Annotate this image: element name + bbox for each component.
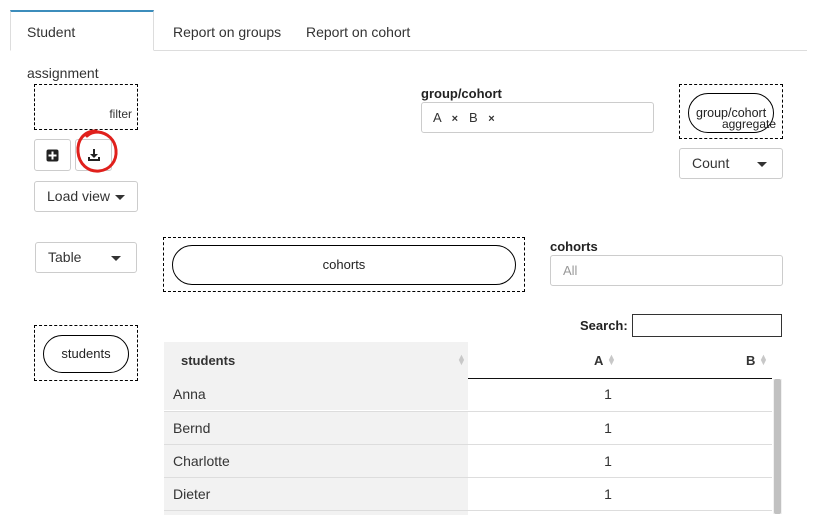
scrollbar-thumb[interactable] <box>774 379 781 514</box>
remove-tag-icon[interactable]: × <box>452 113 458 125</box>
renderer-value: Table <box>48 249 82 265</box>
chevron-down-icon <box>757 162 767 167</box>
table-row <box>164 510 772 515</box>
cohorts-filter-label: cohorts <box>550 239 598 254</box>
row-name-cell <box>164 511 468 515</box>
table-row: Dieter 1 <box>164 477 772 510</box>
selected-tag-b[interactable]: B × <box>469 110 495 125</box>
annotation-circle <box>76 129 118 173</box>
aggregator-dropdown[interactable]: Count <box>679 148 783 179</box>
tab-report-on-groups[interactable]: Report on groups <box>157 10 297 51</box>
row-a-cell: 1 <box>604 486 612 502</box>
table-row: Bernd 1 <box>164 411 772 444</box>
load-view-label: Load view <box>47 188 111 204</box>
aggregate-drop-zone[interactable]: group/cohort aggregate <box>679 84 783 139</box>
selected-tag-a[interactable]: A × <box>433 110 458 125</box>
load-view-dropdown[interactable]: Load view <box>34 181 138 212</box>
cohorts-filter-select[interactable]: All <box>550 255 783 286</box>
plus-square-icon <box>46 149 59 162</box>
row-a-cell: 1 <box>604 386 612 402</box>
row-name-cell: Anna <box>164 378 468 410</box>
sort-icon: ▲ ▼ <box>457 352 466 367</box>
scrollbar-track[interactable] <box>773 379 782 514</box>
filter-drop-zone[interactable]: filter <box>34 84 138 130</box>
aggregator-value: Count <box>692 155 730 171</box>
cohorts-pill[interactable]: cohorts <box>172 245 516 285</box>
row-a-cell: 1 <box>604 453 612 469</box>
columns-drop-zone[interactable]: cohorts <box>163 237 525 292</box>
search-input[interactable] <box>632 314 782 337</box>
aggregate-label: aggregate <box>721 117 776 131</box>
row-a-cell: 1 <box>604 420 612 436</box>
row-name-cell: Dieter <box>164 478 468 510</box>
chevron-down-icon <box>115 195 125 200</box>
students-pill[interactable]: students <box>43 335 129 373</box>
row-name-cell: Charlotte <box>164 445 468 477</box>
search-label: Search: <box>580 318 628 333</box>
remove-tag-icon[interactable]: × <box>488 113 494 125</box>
sort-icon: ▲ ▼ <box>759 352 768 367</box>
sort-icon: ▲ ▼ <box>607 352 616 367</box>
filter-label: filter <box>109 107 132 121</box>
group-cohort-label: group/cohort <box>421 86 502 101</box>
tab-student-assignment[interactable]: Student assignment <box>10 10 154 81</box>
chevron-down-icon <box>111 256 121 261</box>
group-cohort-select[interactable]: A × B × <box>421 102 654 133</box>
renderer-dropdown[interactable]: Table <box>35 242 137 273</box>
row-name-cell: Bernd <box>164 412 468 444</box>
column-header-a[interactable]: A <box>594 342 603 379</box>
cohorts-filter-placeholder: All <box>563 263 578 278</box>
column-header-students[interactable]: students <box>181 342 235 379</box>
table-row: Charlotte 1 <box>164 444 772 477</box>
column-header-b[interactable]: B <box>746 342 755 379</box>
rows-drop-zone[interactable]: students <box>34 325 138 381</box>
table-row: Anna 1 <box>164 378 772 411</box>
tab-report-on-cohort[interactable]: Report on cohort <box>290 10 426 51</box>
add-view-button[interactable] <box>34 139 71 171</box>
